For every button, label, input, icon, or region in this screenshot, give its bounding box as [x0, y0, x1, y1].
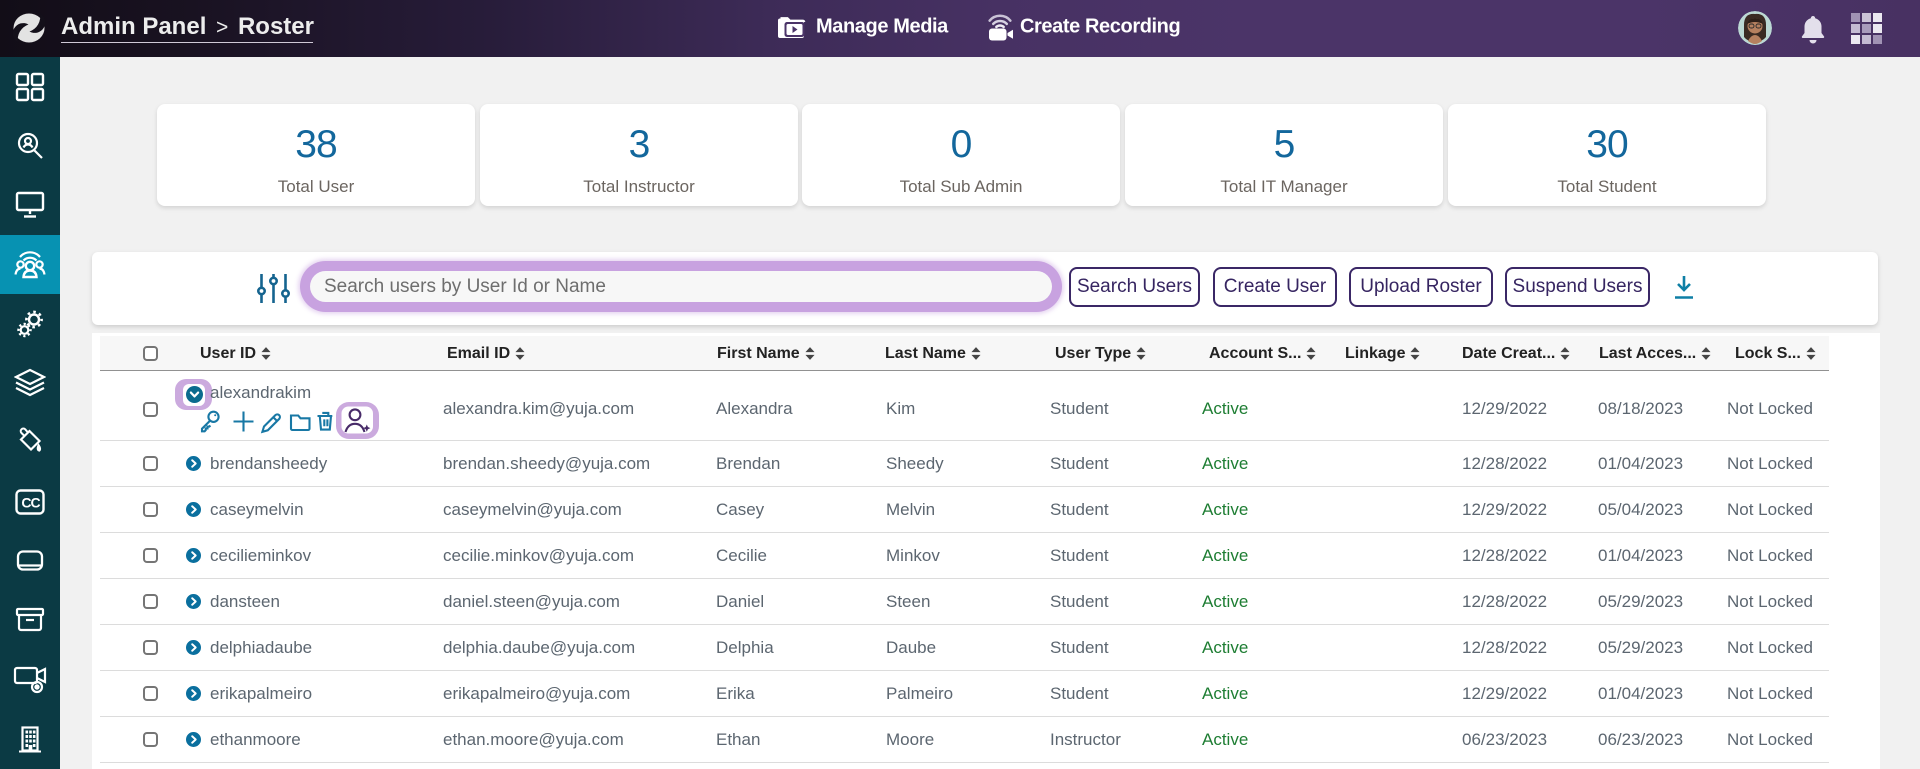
svg-text:CC: CC	[21, 494, 40, 510]
